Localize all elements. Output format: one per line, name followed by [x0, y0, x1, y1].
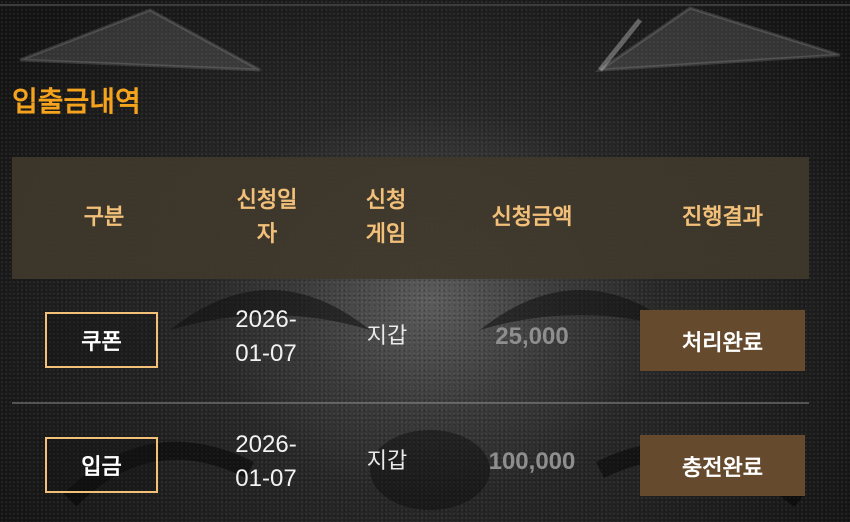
header-amount: 신청금액	[491, 205, 573, 230]
header-date-line1: 신청일	[236, 188, 298, 213]
page: 입출금내역 구분 신청일 자 신청 게임 신청금액 진행결과 쿠폰 2026-	[0, 0, 850, 522]
status-button[interactable]: 충전완료	[640, 435, 805, 496]
request-date: 2026- 01-07	[235, 306, 297, 367]
request-date: 2026- 01-07	[235, 431, 297, 492]
page-title: 입출금내역	[12, 85, 141, 118]
header-game-line1: 신청	[365, 188, 407, 213]
header-result: 진행결과	[682, 205, 763, 230]
type-badge: 쿠폰	[45, 312, 158, 368]
header-date-line2: 자	[256, 222, 278, 247]
request-amount: 25,000	[495, 323, 569, 350]
request-game: 지갑	[366, 324, 408, 349]
table-row: 입금 2026- 01-07 지갑 100,000 충전완료	[12, 404, 809, 522]
header-type: 구분	[83, 205, 125, 230]
table-header: 구분 신청일 자 신청 게임 신청금액 진행결과	[12, 157, 809, 279]
request-game: 지갑	[366, 449, 408, 474]
status-button[interactable]: 처리완료	[640, 310, 805, 371]
header-date: 신청일 자	[217, 157, 317, 279]
request-amount: 100,000	[488, 448, 576, 475]
table-row: 쿠폰 2026- 01-07 지갑 25,000 처리완료	[12, 279, 809, 403]
header-game-line2: 게임	[365, 222, 407, 247]
top-divider	[0, 4, 850, 6]
header-game: 신청 게임	[347, 157, 425, 279]
type-badge: 입금	[45, 437, 158, 493]
